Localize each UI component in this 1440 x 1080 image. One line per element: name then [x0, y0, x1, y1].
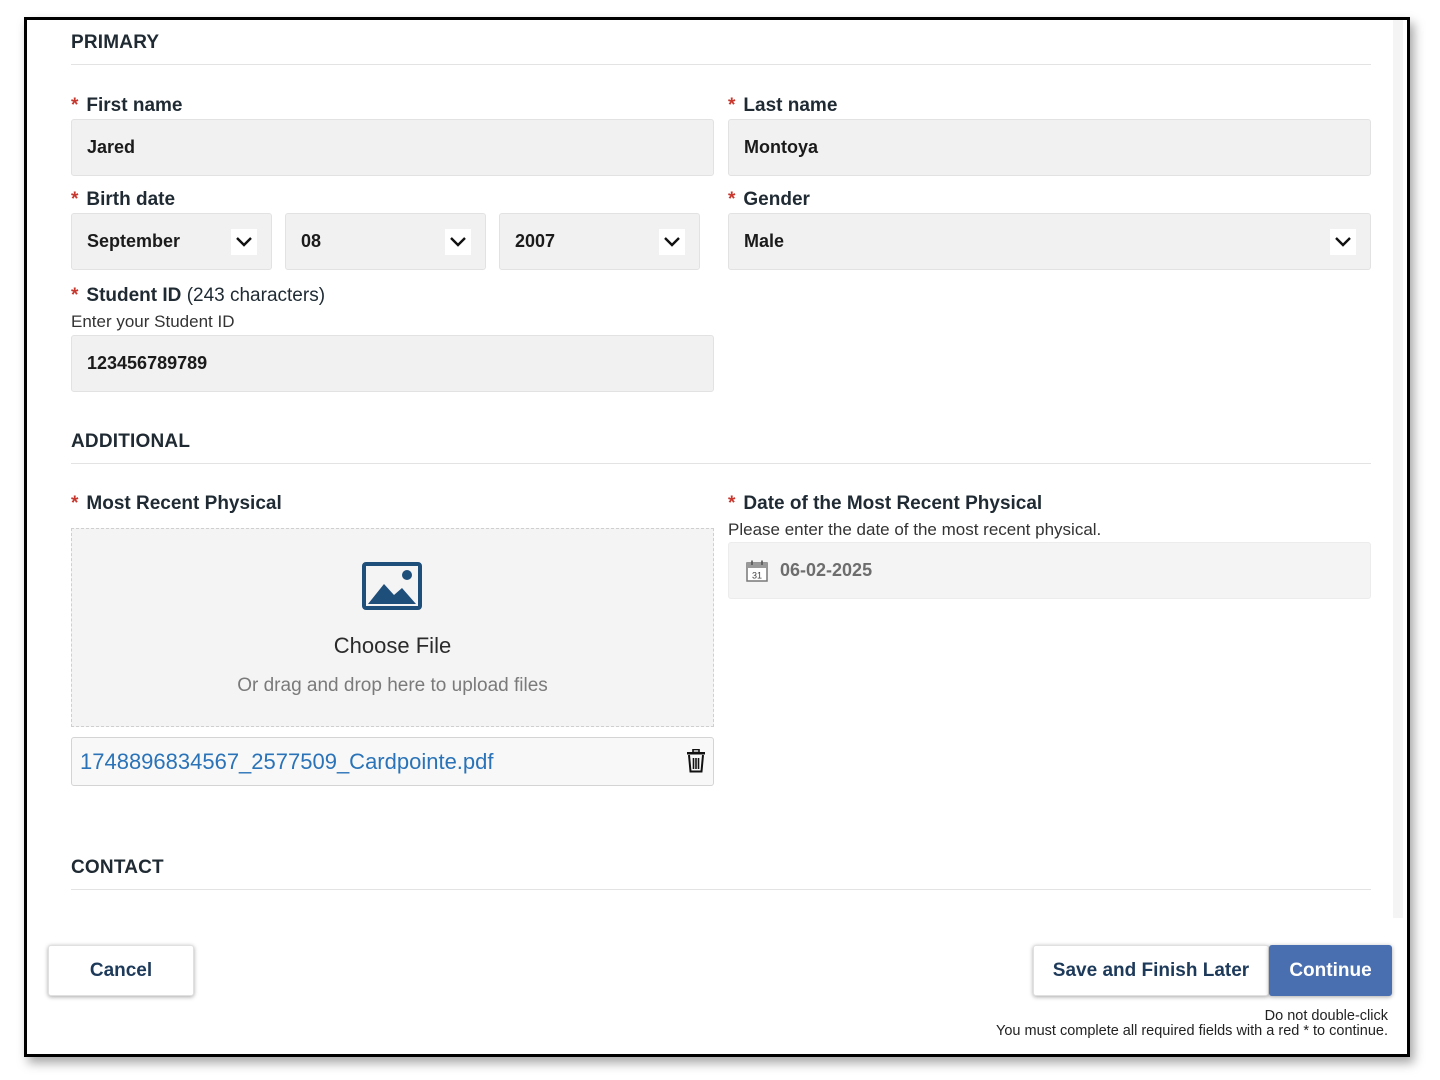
section-heading-contact: CONTACT [71, 857, 1371, 890]
chevron-down-icon [445, 229, 471, 255]
student-id-input[interactable]: 123456789789 [71, 335, 714, 392]
student-id-label: * Student ID (243 characters) [71, 285, 326, 306]
required-marker: * [71, 493, 79, 514]
birth-day-select[interactable]: 08 [285, 213, 486, 270]
birth-date-label: * Birth date [71, 189, 176, 210]
required-marker: * [71, 285, 79, 306]
gender-select[interactable]: Male [728, 213, 1371, 270]
section-heading-additional: ADDITIONAL [71, 431, 1371, 464]
calendar-icon[interactable]: 31 [746, 560, 768, 587]
scrollbar[interactable] [1393, 20, 1403, 918]
image-icon [362, 562, 422, 615]
required-marker: * [728, 95, 736, 116]
physical-date-help: Please enter the date of the most recent… [728, 520, 1102, 539]
form-window: PRIMARY * First name Jared * Last name Mon… [24, 17, 1410, 1057]
save-and-finish-later-button[interactable]: Save and Finish Later [1033, 945, 1269, 996]
cancel-button[interactable]: Cancel [48, 945, 194, 996]
required-fields-note: You must complete all required fields wi… [996, 1023, 1388, 1039]
most-recent-physical-label: * Most Recent Physical [71, 493, 282, 514]
choose-file-link[interactable]: Choose File [72, 633, 713, 659]
last-name-input[interactable]: Montoya [728, 119, 1371, 176]
file-dropzone[interactable]: Choose File Or drag and drop here to upl… [71, 528, 714, 727]
section-heading-primary: PRIMARY [71, 32, 1371, 65]
first-name-input[interactable]: Jared [71, 119, 714, 176]
student-id-counter: (243 characters) [186, 285, 326, 306]
required-marker: * [728, 493, 736, 514]
gender-label: * Gender [728, 189, 810, 210]
uploaded-file-row: 1748896834567_2577509_Cardpointe.pdf [71, 737, 714, 786]
continue-button[interactable]: Continue [1269, 945, 1392, 996]
required-marker: * [71, 189, 79, 210]
required-marker: * [728, 189, 736, 210]
birth-month-select[interactable]: September [71, 213, 272, 270]
student-id-help: Enter your Student ID [71, 312, 235, 331]
last-name-label: * Last name [728, 95, 838, 116]
double-click-note: Do not double-click [1264, 1008, 1388, 1024]
birth-year-select[interactable]: 2007 [499, 213, 700, 270]
form-footer: Cancel Save and Finish Later Continue Do… [27, 918, 1407, 1054]
drag-drop-hint: Or drag and drop here to upload files [237, 675, 548, 696]
required-marker: * [71, 95, 79, 116]
trash-icon[interactable] [685, 748, 707, 778]
chevron-down-icon [1330, 229, 1356, 255]
first-name-label: * First name [71, 95, 183, 116]
chevron-down-icon [659, 229, 685, 255]
form-scroll-area[interactable]: PRIMARY * First name Jared * Last name Mon… [27, 20, 1407, 918]
physical-date-label: * Date of the Most Recent Physical [728, 493, 1043, 514]
uploaded-file-link[interactable]: 1748896834567_2577509_Cardpointe.pdf [80, 749, 494, 775]
chevron-down-icon [231, 229, 257, 255]
physical-date-value: 06-02-2025 [780, 560, 873, 580]
physical-date-input[interactable]: 31 06-02-2025 [728, 542, 1371, 599]
calendar-day-number: 31 [752, 571, 762, 581]
